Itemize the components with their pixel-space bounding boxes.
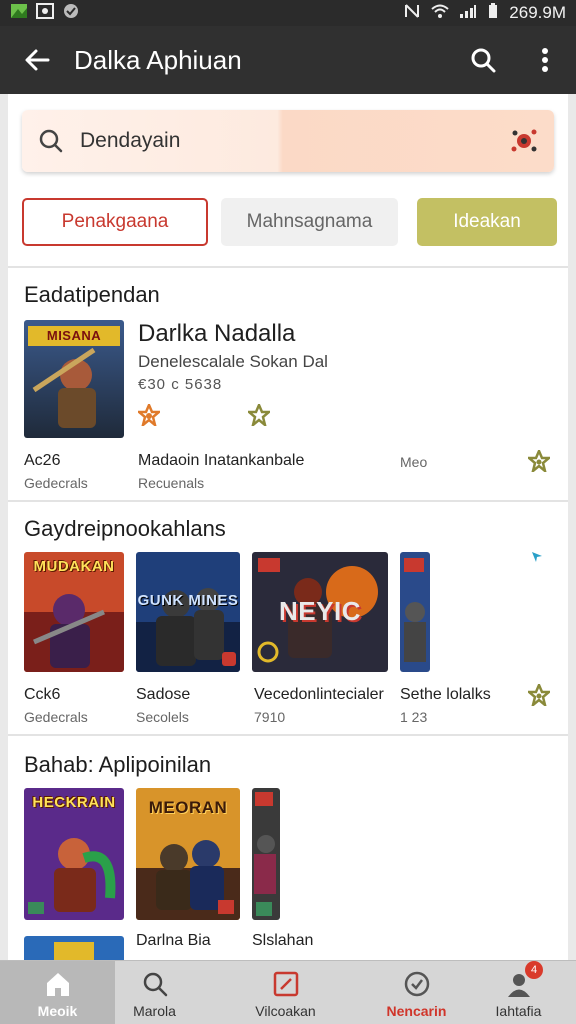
pin-icon[interactable] [530,550,544,569]
app-bar: Dalka Aphiuan [0,26,576,94]
featured-meta: €30 c 5638 [138,376,223,393]
status-bar: 269.9M [0,0,576,26]
nav-history[interactable]: Nencarin [359,961,474,1024]
featured-row-name-3: Meo [400,454,428,470]
game-tile-8[interactable] [24,936,124,960]
filter-chips: Penakgaana Mahnsagnama Ideakan [22,198,557,246]
featured-cover-title: MISANA [46,328,102,343]
search-bar[interactable]: Dendayain [22,110,554,172]
game-tile-3[interactable]: NEYIC [252,552,388,672]
bottom-navigation: Meoik Marola Vilcoakan Nencarin Iahtafia… [0,960,576,1024]
featured-subtitle: Denelescalale Sokan Dal [138,352,328,371]
nav-edit[interactable]: Vilcoakan [228,961,343,1024]
main-content: Dendayain Penakgaana Mahnsagnama Ideakan… [8,94,568,960]
divider [8,734,568,736]
tile-label-1: Cck6 [24,686,61,703]
chip-2[interactable]: Mahnsagnama [221,198,398,246]
game-tile-1[interactable]: MUDAKAN [24,552,124,672]
tile-art-title: HECKRAIN [32,794,116,811]
featured-row-sub-2: Recuenals [138,475,205,491]
edit-icon [273,971,298,997]
more-vert-icon [542,48,548,72]
wifi-icon [431,3,449,24]
favorite-star-icon[interactable] [245,401,273,431]
featured-section-title: Eadatipendan [24,282,160,307]
battery-text: 269.9M [509,3,566,22]
clock-icon [404,971,429,997]
featured-cover[interactable]: MISANA [24,320,124,438]
game-tile-2[interactable]: GUNK MINES [136,552,240,672]
featured-row-name-2: Madaoin Inatankanbale [138,452,305,469]
nav-label-search: Marola [133,1003,176,1019]
chip-3[interactable]: Ideakan [417,198,557,246]
tile-sub-2: Secolels [136,709,189,725]
nfc-icon [403,3,421,24]
nav-label-home: Meoik [37,1003,78,1019]
nav-profile[interactable]: Iahtafia 4 [461,961,576,1024]
search-button[interactable] [452,26,514,94]
overflow-menu-button[interactable] [514,26,576,94]
voice-effect-button[interactable] [494,127,554,155]
arrow-left-icon [25,49,50,71]
search-icon [471,48,496,73]
favorite-star-icon[interactable] [525,681,553,711]
search-input[interactable]: Dendayain [80,129,494,153]
section2-title: Gaydreipnookahlans [24,516,226,541]
home-icon [46,973,69,996]
photo-notification-icon [36,2,54,24]
game-tile-7[interactable] [252,788,280,920]
nav-label-edit: Vilcoakan [255,1003,316,1019]
battery-icon [487,2,499,24]
chip-1[interactable]: Penakgaana [22,198,208,246]
nav-label-history: Nencarin [386,1003,447,1019]
tile-sub-3: 7910 [254,709,286,725]
tile-label-6: Darlna Bia [136,932,211,949]
image-notification-icon [10,3,28,24]
back-button[interactable] [0,26,74,94]
search-icon [143,972,167,997]
rating-star-icon[interactable] [135,401,163,431]
divider [8,266,568,268]
featured-row-sub-1: Gedecrals [24,475,88,491]
tile-label-3: Vecedonlintecialer [254,686,384,703]
game-tile-6[interactable]: MEORAN [136,788,240,920]
tile-label-4: Sethe lolalks [400,686,491,703]
nav-search[interactable]: Marola [97,961,212,1024]
tile-label-7: Slslahan [252,932,314,949]
divider [8,500,568,502]
tile-sub-1: Gedecrals [24,709,88,725]
splash-icon [511,129,537,152]
app-title: Dalka Aphiuan [74,44,242,75]
search-icon [39,129,63,153]
game-tile-4[interactable] [400,552,430,672]
game-tile-5[interactable]: HECKRAIN [24,788,124,920]
featured-row-name-1: Ac26 [24,452,61,469]
section3-title: Bahab: Aplipoinilan [24,752,212,777]
notification-badge: 4 [525,961,543,979]
tile-label-2: Sadose [136,686,191,703]
nav-label-profile: Iahtafia [495,1003,542,1019]
tile-art-title: MEORAN [148,798,228,817]
check-notification-icon [62,3,80,24]
tile-art-title: MUDAKAN [33,558,115,575]
signal-icon [459,3,477,24]
tile-art-title: NEYIC [279,596,361,626]
favorite-star-icon[interactable] [525,447,553,477]
tile-sub-4: 1 23 [400,709,428,725]
featured-title: Darlka Nadalla [138,320,296,347]
tile-art-title: GUNK MINES [137,592,239,609]
